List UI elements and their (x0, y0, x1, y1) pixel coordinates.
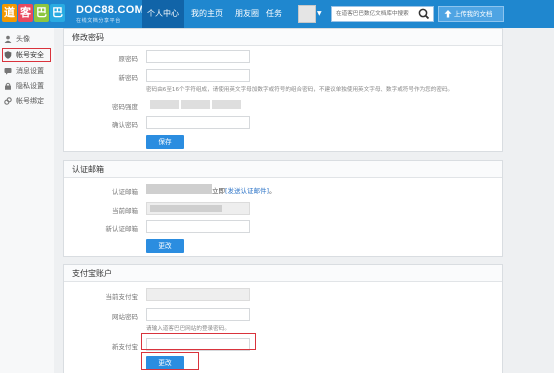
highlight-box-new-alipay (141, 333, 256, 350)
search-icon (418, 8, 430, 20)
sidebar-item-partial (0, 22, 54, 30)
highlight-box-account-security (2, 48, 51, 62)
top-bar: 道 客 巴 巴 DOC88.COM 在线文档分享平台 个人中心 我的主页 朋友圈… (0, 0, 554, 28)
alipay-account-panel: 支付宝账户 当前支付宝 网站密码 请输入道客巴巴网站的登录密码。 新支付宝 更改 (63, 264, 503, 373)
logo-block-2: 客 (18, 4, 33, 22)
sidebar: 头像 帐号安全 消息设置 隐私设置 帐号绑定 (0, 28, 54, 373)
current-alipay-field (146, 288, 250, 301)
current-alipay-label: 当前支付宝 (105, 293, 139, 301)
new-alipay-label: 新支付宝 (112, 343, 138, 351)
site-password-input[interactable] (146, 308, 250, 321)
user-icon (4, 35, 12, 43)
sidebar-item-avatar[interactable]: 头像 (0, 32, 54, 46)
logo-block-3: 巴 (34, 4, 49, 22)
current-email-field (146, 202, 250, 215)
sidebar-item-label: 头像 (16, 35, 30, 43)
panel-title: 支付宝账户 (64, 265, 502, 282)
highlight-box-change-button (141, 352, 199, 370)
site-password-label: 网站密码 (112, 313, 138, 321)
lock-icon (5, 82, 11, 90)
confirm-password-label: 确认密码 (112, 121, 138, 129)
strength-segment-medium (181, 100, 210, 109)
confirm-password-input[interactable] (146, 116, 250, 129)
link-icon (4, 97, 12, 105)
new-password-label: 新密码 (118, 74, 139, 82)
chevron-down-icon[interactable]: ▼ (317, 10, 322, 17)
password-strength-meter (150, 100, 241, 109)
save-button[interactable]: 保存 (146, 135, 184, 149)
panel-title: 认证邮箱 (64, 161, 502, 178)
user-avatar[interactable] (298, 5, 316, 23)
change-email-button[interactable]: 更改 (146, 239, 184, 253)
panel-title: 修改密码 (64, 29, 502, 46)
masked-email-value (146, 184, 212, 194)
password-rule-hint: 密码由6至16个字符组成，请使用英文字母加数字或符号的组合密码，不建议单独使用英… (146, 87, 454, 93)
upload-label: 上传我的文档 (454, 10, 493, 18)
old-password-input[interactable] (146, 50, 250, 63)
strength-segment-strong (212, 100, 241, 109)
masked-current-email (150, 205, 222, 212)
sidebar-item-label: 消息设置 (16, 67, 44, 75)
nav-friends[interactable]: 朋友圈 (230, 0, 264, 28)
sidebar-item-label: 隐私设置 (16, 82, 44, 90)
send-verification-link[interactable]: [发送认证邮件] (225, 187, 269, 195)
current-email-label: 当前邮箱 (112, 207, 138, 215)
site-password-hint: 请输入道客巴巴网站的登录密码。 (146, 326, 230, 332)
password-strength-label: 密码强度 (112, 103, 138, 111)
nav-tasks[interactable]: 任务 (263, 0, 285, 28)
logo-block-4: 巴 (50, 4, 65, 22)
upload-icon (444, 10, 452, 18)
sidebar-item-account-binding[interactable]: 帐号绑定 (0, 94, 54, 108)
logo-block-1: 道 (2, 4, 17, 22)
nav-my-homepage[interactable]: 我的主页 (186, 0, 228, 28)
new-email-label: 新认证邮箱 (105, 225, 139, 233)
verified-email-label: 认证邮箱 (112, 188, 138, 196)
old-password-label: 原密码 (118, 55, 139, 63)
brand-slogan: 在线文档分享平台 (76, 18, 121, 24)
strength-segment-weak (150, 100, 179, 109)
search-button[interactable] (416, 6, 434, 22)
sidebar-item-label: 帐号绑定 (16, 97, 44, 105)
message-icon (4, 68, 12, 75)
email-status-text: 立即 (212, 187, 225, 195)
verify-email-panel: 认证邮箱 认证邮箱 立即[发送认证邮件]。 当前邮箱 新认证邮箱 更改 (63, 160, 503, 257)
email-status: 立即[发送认证邮件]。 (212, 185, 276, 195)
sidebar-item-privacy-settings[interactable]: 隐私设置 (0, 79, 54, 93)
brand-name: DOC88.COM (76, 4, 145, 16)
new-password-input[interactable] (146, 69, 250, 82)
nav-personal-center[interactable]: 个人中心 (142, 0, 184, 28)
sidebar-item-message-settings[interactable]: 消息设置 (0, 64, 54, 78)
change-password-panel: 修改密码 原密码 新密码 密码由6至16个字符组成，请使用英文字母加数字或符号的… (63, 28, 503, 152)
upload-document-button[interactable]: 上传我的文档 (438, 6, 504, 22)
email-status-end: 。 (269, 187, 276, 195)
new-email-input[interactable] (146, 220, 250, 233)
